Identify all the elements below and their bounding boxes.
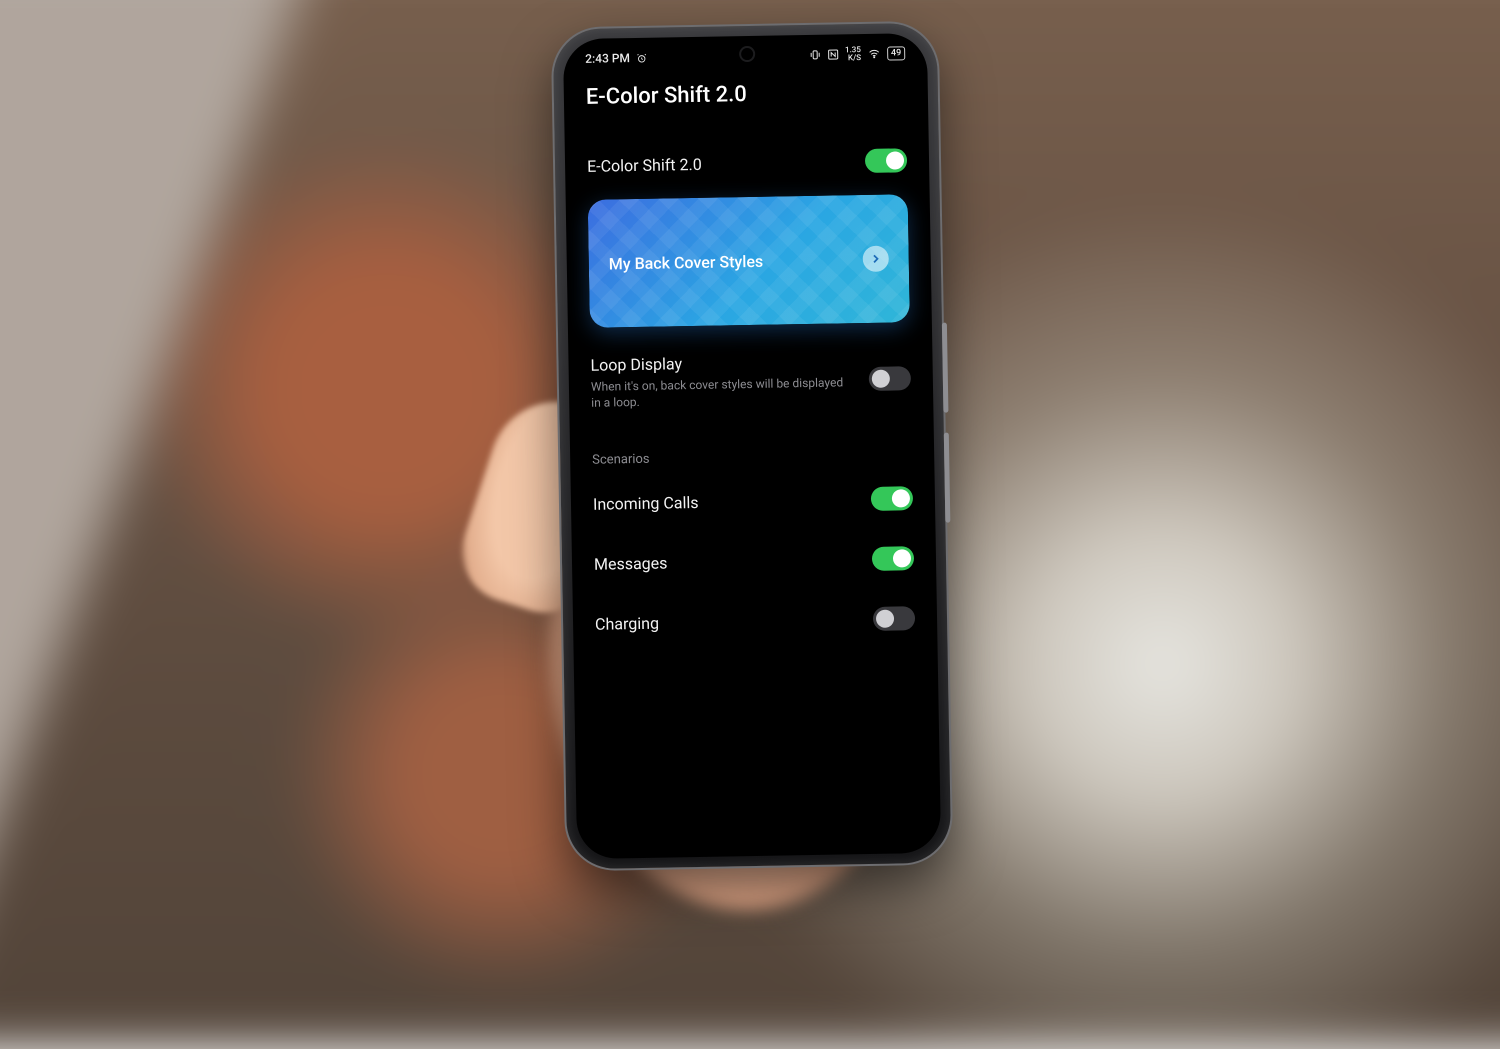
incoming-calls-label: Incoming Calls — [593, 490, 857, 514]
page-title: E-Color Shift 2.0 — [586, 79, 906, 110]
charging-label: Charging — [595, 610, 859, 634]
nfc-icon — [827, 48, 839, 60]
chevron-right-icon — [863, 246, 889, 272]
loop-display-toggle[interactable] — [869, 366, 911, 391]
row-loop-display[interactable]: Loop Display When it's on, back cover st… — [590, 332, 912, 429]
battery-icon: 49 — [887, 46, 905, 60]
status-time: 2:43 PM — [585, 51, 630, 66]
wifi-icon — [867, 48, 881, 60]
ecolor-shift-toggle[interactable] — [865, 148, 907, 173]
row-charging[interactable]: Charging — [595, 589, 916, 655]
vibrate-icon — [809, 49, 821, 61]
ecolor-shift-label: E-Color Shift 2.0 — [587, 152, 851, 176]
back-cover-styles-label: My Back Cover Styles — [609, 251, 764, 273]
scenarios-header: Scenarios — [592, 424, 913, 475]
row-incoming-calls[interactable]: Incoming Calls — [592, 469, 913, 535]
row-ecolor-shift[interactable]: E-Color Shift 2.0 — [587, 130, 908, 196]
alarm-icon — [636, 52, 647, 63]
phone-frame: 2:43 PM 1.35K/S 49 — [553, 23, 952, 870]
settings-content: E-Color Shift 2.0 E-Color Shift 2.0 My B… — [563, 65, 937, 655]
loop-display-sub: When it's on, back cover styles will be … — [591, 374, 856, 411]
data-rate-icon: 1.35K/S — [845, 46, 861, 62]
back-cover-styles-card[interactable]: My Back Cover Styles — [588, 194, 910, 328]
incoming-calls-toggle[interactable] — [871, 487, 913, 512]
phone-screen: 2:43 PM 1.35K/S 49 — [563, 33, 941, 859]
row-messages[interactable]: Messages — [594, 529, 915, 595]
loop-display-label: Loop Display — [590, 351, 854, 375]
battery-level: 49 — [891, 47, 901, 59]
charging-toggle[interactable] — [873, 607, 915, 632]
messages-label: Messages — [594, 550, 858, 574]
messages-toggle[interactable] — [872, 547, 914, 572]
